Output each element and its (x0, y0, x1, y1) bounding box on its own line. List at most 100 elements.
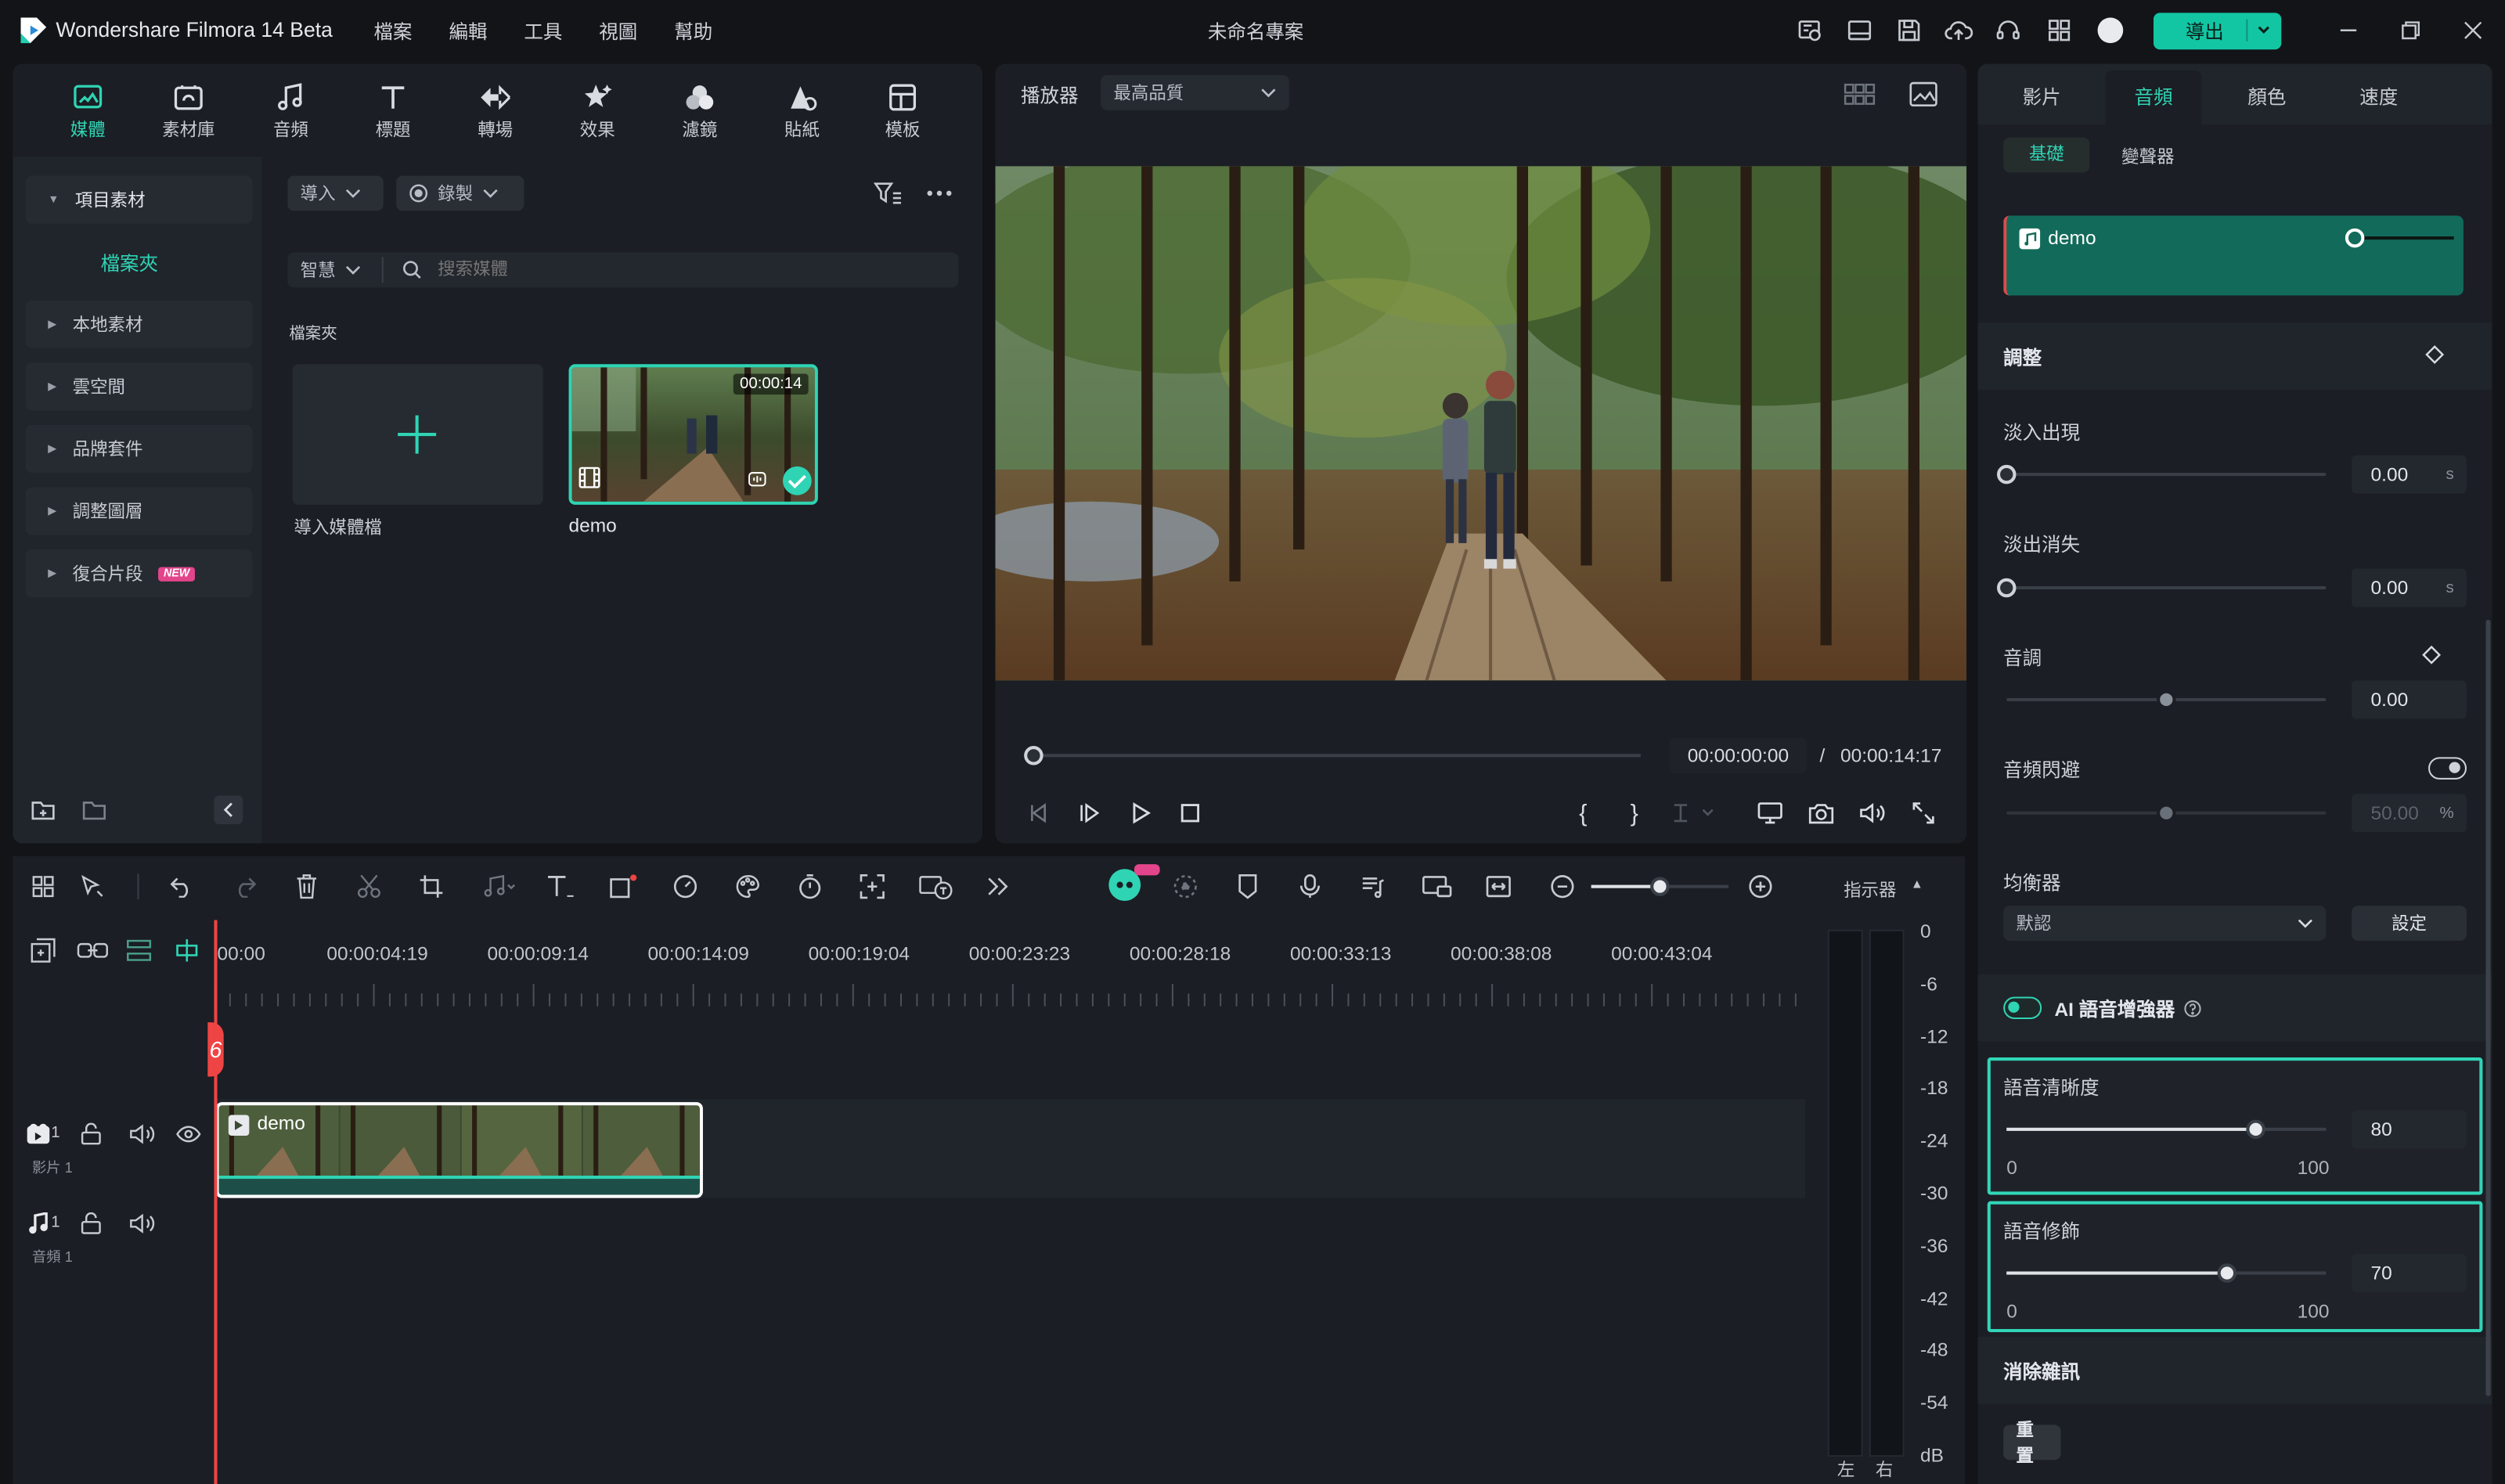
audio-clip-card[interactable]: demo (2003, 215, 2464, 296)
meter-label[interactable]: 指示器 (1844, 877, 1896, 902)
layout-icon[interactable] (1845, 16, 1874, 45)
fade-in-handle[interactable] (1997, 464, 2017, 484)
keyframe-diamond-icon[interactable] (2425, 345, 2445, 364)
beautify-slider[interactable] (2006, 1263, 2327, 1283)
pitch-input[interactable]: 0.00 (2352, 680, 2467, 719)
close-icon[interactable] (2460, 16, 2486, 45)
play-icon[interactable] (1126, 798, 1155, 827)
tab-audio[interactable]: 音頻 (2098, 83, 2210, 110)
equalizer-preset-dropdown[interactable]: 默認 (2003, 906, 2327, 942)
image-snapshot-icon[interactable] (1906, 80, 1941, 109)
visibility-eye-icon[interactable] (174, 1120, 203, 1149)
avatar[interactable] (2097, 17, 2124, 44)
shape-box-icon[interactable] (609, 872, 638, 901)
export-button[interactable]: 導出 (2153, 13, 2282, 50)
apps-grid-icon[interactable] (2045, 16, 2074, 45)
microphone-icon[interactable] (1296, 872, 1325, 901)
tab-stock-library[interactable]: 素材庫 (144, 80, 233, 142)
mute-track-icon[interactable] (128, 1209, 157, 1238)
sidebar-item-cloud[interactable]: ▶ 雲空間 (25, 362, 253, 411)
previous-frame-icon[interactable] (1024, 798, 1053, 827)
clarity-input[interactable]: 80 (2352, 1110, 2467, 1149)
playback-progress-track[interactable] (1024, 746, 1641, 765)
fade-in-slider[interactable] (1997, 464, 2327, 484)
sidebar-folder[interactable]: 檔案夾 (101, 249, 159, 276)
tab-transitions[interactable]: 轉場 (451, 80, 540, 142)
beautify-handle[interactable] (2217, 1263, 2237, 1283)
text-title-icon[interactable] (546, 872, 575, 901)
clarity-handle[interactable] (2246, 1119, 2265, 1140)
snap-magnet-icon[interactable] (172, 936, 201, 965)
quality-dropdown[interactable]: 最高品質 (1101, 74, 1289, 110)
restore-icon[interactable] (2398, 16, 2424, 45)
video-clip[interactable]: demo (215, 1102, 703, 1198)
menu-tools[interactable]: 工具 (524, 17, 562, 45)
auto-caption-icon[interactable] (918, 872, 953, 901)
search-input[interactable] (438, 260, 917, 280)
zoom-out-icon[interactable] (1548, 872, 1577, 901)
cloud-upload-icon[interactable] (1945, 16, 1973, 45)
more-tools-icon[interactable] (984, 872, 1013, 901)
link-clips-icon[interactable] (77, 936, 109, 965)
tab-media[interactable]: 媒體 (43, 80, 132, 142)
filter-sort-icon[interactable] (872, 179, 904, 208)
layout-grid-icon[interactable] (29, 872, 58, 901)
fade-in-input[interactable]: 0.00 s (2352, 455, 2467, 494)
more-options-icon[interactable] (924, 179, 956, 208)
mark-out-icon[interactable]: } (1621, 798, 1647, 827)
ducking-input[interactable]: 50.00% (2352, 794, 2467, 833)
smart-search-dropdown[interactable]: 智慧 (287, 257, 384, 283)
fade-out-handle[interactable] (1997, 578, 2017, 598)
sidebar-item-compound-clip[interactable]: ▶ 復合片段 NEW (25, 549, 253, 598)
play-frame-icon[interactable] (1075, 798, 1104, 827)
pitch-keyframe-icon[interactable] (2422, 645, 2442, 665)
add-track-icon[interactable] (29, 936, 58, 965)
new-folder-icon[interactable] (29, 795, 58, 824)
tab-titles[interactable]: 標題 (348, 80, 438, 142)
audio-mixer-icon[interactable] (1358, 872, 1387, 901)
save-icon[interactable] (1894, 16, 1923, 45)
pitch-handle[interactable] (2157, 690, 2176, 710)
timeline-tracks[interactable]: 00:00 00:00:04:19 00:00:09:14 00:00:14:09 00… (207, 920, 1809, 1484)
project-settings-icon[interactable] (1796, 16, 1825, 45)
record-dropdown[interactable]: 錄製 (396, 175, 524, 211)
fade-out-slider[interactable] (1997, 578, 2327, 598)
cut-scissors-icon[interactable] (355, 872, 384, 901)
tab-audio[interactable]: 音頻 (246, 80, 335, 142)
video-preview[interactable] (995, 166, 1967, 681)
folder-icon[interactable] (80, 795, 109, 824)
clarity-slider[interactable] (2006, 1119, 2327, 1140)
undo-icon[interactable] (168, 872, 196, 901)
lock-track-icon[interactable] (77, 1120, 106, 1149)
fade-out-input[interactable]: 0.00 s (2352, 568, 2467, 607)
current-timecode[interactable]: 00:00:00:00 (1669, 737, 1808, 773)
ai-enhancer-toggle[interactable] (2003, 996, 2042, 1020)
chevron-down-icon[interactable] (2246, 19, 2272, 42)
timer-icon[interactable] (795, 872, 824, 901)
camera-snapshot-icon[interactable] (1807, 798, 1836, 827)
redo-icon[interactable] (230, 872, 259, 901)
zoom-handle[interactable] (1650, 877, 1670, 896)
stop-icon[interactable] (1176, 798, 1205, 827)
playhead-line[interactable] (214, 920, 218, 1484)
reset-button[interactable]: 重置 (2003, 1421, 2061, 1466)
pitch-slider[interactable] (2006, 690, 2327, 710)
headset-support-icon[interactable] (1994, 16, 2023, 45)
zoom-slider[interactable] (1591, 877, 1729, 896)
collapse-sidebar-button[interactable] (214, 795, 243, 825)
equalizer-settings-button[interactable]: 設定 (2352, 906, 2467, 942)
audio-clip-volume-track[interactable] (2355, 236, 2454, 240)
help-icon[interactable] (2184, 1000, 2202, 1017)
tab-color[interactable]: 顏色 (2211, 83, 2323, 110)
sidebar-item-project-media[interactable]: ▼ 項目素材 (25, 175, 253, 224)
pip-icon[interactable] (1420, 872, 1455, 901)
sidebar-item-adjustment-layer[interactable]: ▶ 調整圖層 (25, 487, 253, 535)
minimize-icon[interactable] (2336, 16, 2362, 45)
meter-caret-icon[interactable]: ▲ (1911, 877, 1923, 891)
import-dropdown[interactable]: 導入 (287, 175, 384, 211)
display-icon[interactable] (1756, 798, 1785, 827)
lock-track-icon[interactable] (77, 1209, 106, 1238)
tab-stickers[interactable]: 貼紙 (757, 80, 846, 142)
motion-track-icon[interactable] (858, 872, 887, 901)
grid-view-icon[interactable] (1842, 80, 1877, 109)
